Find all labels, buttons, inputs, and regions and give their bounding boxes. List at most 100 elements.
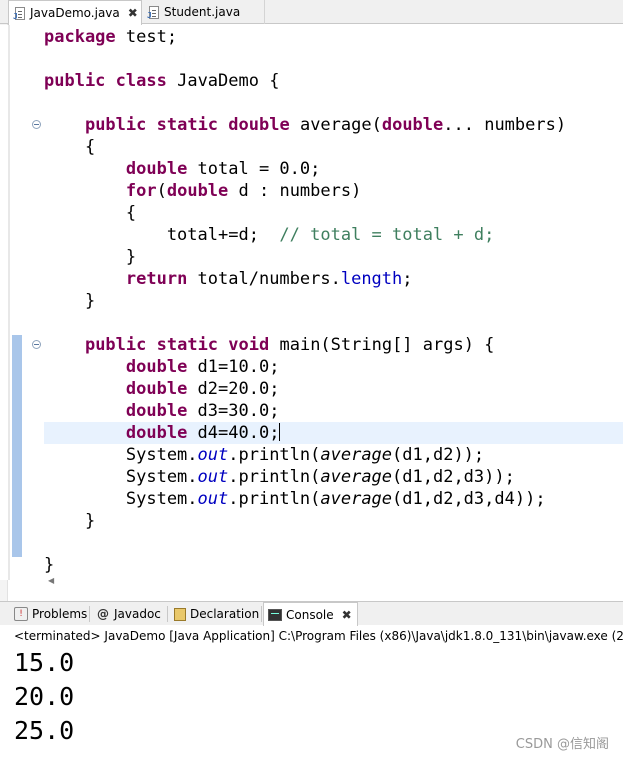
console-icon — [268, 608, 282, 621]
code-line[interactable]: } — [44, 510, 623, 532]
horizontal-scrollbar[interactable]: ◀ — [40, 576, 623, 588]
code-line[interactable]: public static void main(String[] args) { — [44, 334, 623, 356]
console-output[interactable]: 15.0 20.0 25.0 — [14, 646, 74, 748]
code-token: for — [125, 181, 157, 201]
code-token: (d1,d2,d3)); — [392, 467, 515, 487]
code-line[interactable] — [44, 92, 623, 114]
source-code[interactable]: package test; public class JavaDemo { pub… — [44, 25, 623, 580]
tab-console[interactable]: Console ✖ — [263, 602, 358, 626]
code-token: double — [381, 115, 444, 135]
code-token: average — [320, 445, 393, 465]
code-token: out — [197, 445, 229, 465]
code-line[interactable]: double d1=10.0; — [44, 356, 623, 378]
code-token: JavaDemo { — [166, 71, 280, 91]
code-editor[interactable]: package test; public class JavaDemo { pub… — [0, 25, 623, 585]
tab-javademo-java[interactable]: J JavaDemo.java ✖ — [8, 0, 142, 25]
code-line[interactable]: System.out.println(average(d1,d2,d3)); — [44, 466, 623, 488]
code-token: d3=30.0; — [187, 401, 280, 421]
code-token: .println( — [228, 467, 321, 487]
code-line[interactable] — [44, 312, 623, 334]
tab-label: Javadoc — [114, 607, 161, 621]
code-line[interactable]: { — [44, 202, 623, 224]
code-token: average — [320, 467, 393, 487]
code-line[interactable]: double d2=20.0; — [44, 378, 623, 400]
code-token: } — [44, 291, 96, 311]
code-line[interactable]: double total = 0.0; — [44, 158, 623, 180]
code-line[interactable]: public static double average(double... n… — [44, 114, 623, 136]
code-token: double — [125, 379, 188, 399]
code-token: package — [44, 27, 116, 47]
tab-javadoc[interactable]: @ Javadoc — [92, 602, 168, 626]
tab-label: Declaration — [190, 607, 260, 621]
scroll-left-arrow-icon[interactable]: ◀ — [48, 576, 54, 585]
tab-declaration[interactable]: Declaration — [170, 602, 262, 626]
code-token: System. — [44, 489, 198, 509]
views-tab-bar: ! Problems @ Javadoc Declaration Console… — [0, 601, 623, 626]
code-line[interactable]: public class JavaDemo { — [44, 70, 623, 92]
code-line[interactable] — [44, 532, 623, 554]
code-line[interactable] — [44, 48, 623, 70]
code-line[interactable]: return total/numbers.length; — [44, 268, 623, 290]
code-token: System. — [44, 445, 198, 465]
tab-student-java[interactable]: J Student.java — [143, 0, 265, 24]
close-icon[interactable]: ✖ — [342, 608, 352, 622]
code-line[interactable]: total+=d; // total = total + d; — [44, 224, 623, 246]
code-token: out — [197, 467, 229, 487]
code-token: double — [125, 401, 188, 421]
editor-tab-bar: J JavaDemo.java ✖ J Student.java — [0, 0, 623, 25]
tab-problems[interactable]: ! Problems — [10, 602, 90, 626]
code-token: (d1,d2,d3,d4)); — [392, 489, 546, 509]
console-output-line: 15.0 — [14, 648, 75, 677]
code-token: System. — [44, 467, 198, 487]
code-token: { — [44, 137, 96, 157]
code-token: double — [228, 115, 290, 135]
code-token: test; — [115, 27, 178, 47]
code-line[interactable]: System.out.println(average(d1,d2)); — [44, 444, 623, 466]
code-token: static — [156, 115, 219, 135]
tab-label: Problems — [32, 607, 88, 621]
code-token: total = 0.0; — [187, 159, 321, 179]
code-token: .println( — [228, 489, 321, 509]
code-line[interactable]: package test; — [44, 26, 623, 48]
code-token: (d1,d2)); — [392, 445, 485, 465]
java-file-icon: J — [13, 6, 25, 20]
code-token: d2=20.0; — [187, 379, 280, 399]
code-line[interactable]: System.out.println(average(d1,d2,d3,d4))… — [44, 488, 623, 510]
code-token: d : numbers) — [228, 181, 362, 201]
code-line[interactable]: double d3=30.0; — [44, 400, 623, 422]
current-code-line[interactable]: double d4=40.0; — [44, 422, 623, 444]
code-token: public — [44, 71, 106, 91]
code-token: d4=40.0; — [187, 423, 280, 443]
code-line[interactable]: } — [44, 290, 623, 312]
close-icon[interactable]: ✖ — [128, 6, 138, 20]
code-token: double — [125, 423, 188, 443]
tab-label: JavaDemo.java — [30, 6, 120, 20]
code-token: static — [156, 335, 219, 355]
code-token: length — [340, 269, 403, 289]
code-token: // total = total + d; — [279, 225, 495, 245]
problems-icon: ! — [14, 607, 28, 621]
tab-label: Console — [286, 607, 334, 622]
code-token: public — [84, 115, 147, 135]
code-token: class — [115, 71, 167, 91]
code-line[interactable]: } — [44, 554, 623, 576]
code-token: double — [166, 181, 229, 201]
editor-gutter — [0, 25, 41, 580]
code-token: { — [44, 203, 137, 223]
code-line[interactable]: { — [44, 136, 623, 158]
declaration-icon — [174, 607, 186, 621]
code-token: } — [44, 511, 96, 531]
fold-collapse-icon[interactable] — [32, 120, 41, 129]
fold-collapse-icon[interactable] — [32, 340, 41, 349]
text-cursor — [279, 423, 281, 441]
code-token: d1=10.0; — [187, 357, 280, 377]
code-line[interactable]: for(double d : numbers) — [44, 180, 623, 202]
console-output-line: 20.0 — [14, 682, 75, 711]
code-line[interactable]: } — [44, 246, 623, 268]
